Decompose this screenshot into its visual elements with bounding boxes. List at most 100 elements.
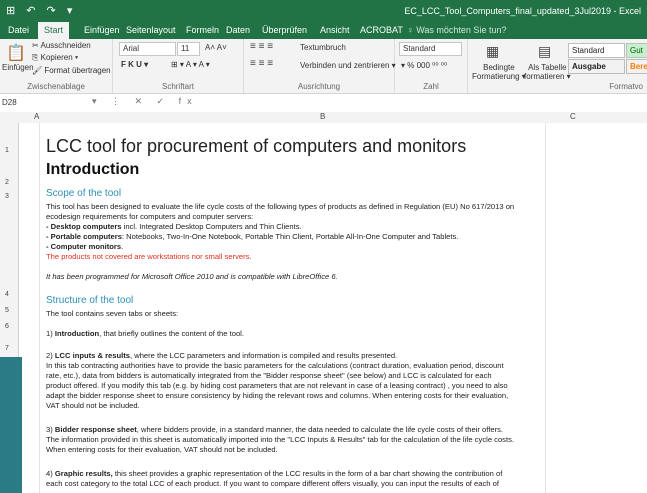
align-icon[interactable]: ≡ ≡ ≡ (250, 41, 273, 52)
format-as-table-button[interactable]: Als Tabelle formatieren ▾ (524, 63, 571, 81)
tab-daten[interactable]: Daten (226, 25, 250, 35)
tab-datei[interactable]: Datei (8, 25, 29, 35)
group-font: Arial 11 A˄ A˅ F K U ▾ ⊞ ▾ A ▾ A ▾ Schri… (113, 39, 244, 93)
row-number[interactable]: 5 (5, 307, 9, 314)
computer-monitors-text: . (121, 242, 124, 251)
styles-label: Formatvo (609, 82, 643, 91)
style-standard[interactable]: Standard (568, 43, 625, 58)
item-2-text: , where the LCC parameters and informati… (129, 351, 398, 360)
computer-monitors-line: - Computer monitors. (46, 242, 123, 252)
row-number[interactable]: 1 (5, 147, 9, 154)
computer-monitors-label: - Computer monitors (46, 242, 122, 251)
not-covered-text: The products not covered are workstation… (46, 252, 252, 261)
quick-access-toolbar[interactable]: ⊞ ↶ ↷ ▾ (6, 4, 76, 17)
item-graphic-results: 4) Graphic results, this sheet provides … (46, 469, 502, 479)
desktop-computers-text: incl. Integrated Desktop Computers and T… (121, 222, 302, 231)
conditional-format-icon[interactable]: ▦ (486, 43, 499, 60)
ribbon-tabs: Datei Start Einfügen Seitenlayout Formel… (0, 22, 647, 39)
item-3-line-2: The information provided in this sheet i… (46, 435, 514, 444)
row-number[interactable]: 3 (5, 193, 9, 200)
style-ausgabe[interactable]: Ausgabe (568, 59, 625, 74)
style-berechnung[interactable]: Bere (626, 59, 647, 74)
item-2-line-5: adapt the bidder response sheet to ensur… (46, 391, 509, 400)
tab-einfuegen[interactable]: Einfügen (84, 25, 120, 35)
item-4-line-2: each cost category to the total LCC of e… (46, 479, 499, 488)
tab-ansicht[interactable]: Ansicht (320, 25, 350, 35)
tab-formeln[interactable]: Formeln (186, 25, 219, 35)
font-grow-shrink[interactable]: A˄ A˅ (205, 43, 227, 52)
group-number: Standard ▾ % 000 ⁰⁰ ⁰⁰ Zahl (395, 39, 468, 93)
number-label: Zahl (423, 82, 439, 91)
align-horizontal-icon[interactable]: ≡ ≡ ≡ (250, 58, 273, 69)
group-styles: ▦ Bedingte Formatierung ▾ ▤ Als Tabelle … (468, 39, 647, 93)
name-box[interactable]: D28 (2, 97, 82, 109)
clipboard-label: Zwischenablage (27, 82, 85, 91)
item-lcc-inputs: 2) LCC inputs & results, where the LCC p… (46, 351, 397, 361)
column-b[interactable]: B (320, 112, 325, 121)
worksheet[interactable]: LCC tool for procurement of computers an… (19, 123, 647, 493)
portable-computers-text: : Notebooks, Two-In-One Notebook, Portab… (121, 232, 459, 241)
item-1-number: 1) (46, 329, 55, 338)
excel-window: ⊞ ↶ ↷ ▾ EC_LCC_Tool_Computers_final_upda… (0, 0, 647, 493)
column-c[interactable]: C (570, 112, 576, 121)
conditional-format-button[interactable]: Bedingte Formatierung ▾ (472, 63, 526, 81)
item-2-number: 2) (46, 351, 55, 360)
font-name-select[interactable]: Arial (119, 42, 176, 56)
font-label: Schriftart (161, 82, 194, 91)
row-number[interactable]: 7 (5, 345, 9, 352)
number-format-buttons[interactable]: ▾ % 000 ⁰⁰ ⁰⁰ (401, 61, 447, 70)
formula-bar-icons[interactable]: ▾ ⋮ ✕ ✓ fx (92, 96, 198, 107)
portable-computers-label: - Portable computers (46, 232, 122, 241)
format-painter-button[interactable]: 🖌 Format übertragen (32, 66, 111, 75)
font-size-select[interactable]: 11 (177, 42, 200, 56)
column-divider (545, 123, 546, 493)
style-gut[interactable]: Gut (626, 43, 647, 58)
format-as-table-icon[interactable]: ▤ (538, 43, 551, 60)
scope-text-1: This tool has been designed to evaluate … (46, 202, 515, 211)
alignment-label: Ausrichtung (297, 82, 341, 91)
tab-acrobat[interactable]: ACROBAT (360, 25, 403, 35)
column-a[interactable]: A (34, 112, 39, 121)
group-clipboard: 📋 Einfügen ✂ Ausschneiden ⎘ Kopieren ▾ 🖌… (0, 39, 113, 93)
item-4-number: 4) (46, 469, 55, 478)
item-3-label: Bidder response sheet (54, 425, 137, 434)
copy-button[interactable]: ⎘ Kopieren ▾ (32, 53, 78, 63)
formula-bar: D28 ▾ ⋮ ✕ ✓ fx (0, 94, 647, 113)
portable-computers-line: - Portable computers: Notebooks, Two-In-… (46, 232, 458, 242)
item-introduction: 1) Introduction, that briefly outlines t… (46, 329, 244, 339)
paste-icon: 📋 (6, 45, 26, 62)
border-fill-color[interactable]: ⊞ ▾ A ▾ A ▾ (171, 60, 210, 69)
cut-button[interactable]: ✂ Ausschneiden (32, 41, 91, 50)
bold-italic-underline[interactable]: F K U ▾ (121, 60, 148, 69)
tab-start[interactable]: Start (38, 22, 70, 39)
merge-center-button[interactable]: Verbinden und zentrieren ▾ (300, 61, 396, 70)
item-2-line-4: product offered. If you modify this tab … (46, 381, 508, 390)
item-3-number: 3) (46, 425, 55, 434)
programmed-text: It has been programmed for Microsoft Off… (46, 272, 338, 281)
item-2-line-2: In this tab contracting authorities have… (46, 361, 504, 370)
intro-heading: Introduction (46, 161, 140, 178)
window-title: EC_LCC_Tool_Computers_final_updated_3Jul… (404, 6, 641, 16)
column-divider (39, 123, 40, 493)
item-1-text: , that briefly outlines the content of t… (99, 329, 244, 338)
paste-button[interactable]: Einfügen (2, 63, 34, 72)
item-2-label: LCC inputs & results (54, 351, 130, 360)
item-1-label: Introduction (54, 329, 100, 338)
sheet-title: LCC tool for procurement of computers an… (46, 136, 467, 156)
desktop-computers-label: - Desktop computers (46, 222, 122, 231)
group-alignment: ≡ ≡ ≡ ≡ ≡ ≡ Textumbruch Verbinden und ze… (244, 39, 396, 93)
row-number[interactable]: 4 (5, 291, 9, 298)
tab-seitenlayout[interactable]: Seitenlayout (126, 25, 176, 35)
item-3-line-3: When entering costs for their evaluation… (46, 445, 278, 454)
title-bar: ⊞ ↶ ↷ ▾ EC_LCC_Tool_Computers_final_upda… (0, 0, 647, 22)
tab-ueberpruefen[interactable]: Überprüfen (262, 25, 307, 35)
wrap-text-button[interactable]: Textumbruch (300, 43, 346, 52)
item-3-text: , where bidders provide, in a standard m… (136, 425, 504, 434)
item-2-line-3: rate, etc.), data from bidders is automa… (46, 371, 492, 380)
item-4-label: Graphic results, (54, 469, 113, 478)
row-number[interactable]: 6 (5, 323, 9, 330)
ribbon: 📋 Einfügen ✂ Ausschneiden ⎘ Kopieren ▾ 🖌… (0, 39, 647, 94)
row-number[interactable]: 2 (5, 179, 9, 186)
number-format-select[interactable]: Standard (399, 42, 462, 56)
tell-me-search[interactable]: ♀ Was möchten Sie tun? (407, 25, 506, 35)
